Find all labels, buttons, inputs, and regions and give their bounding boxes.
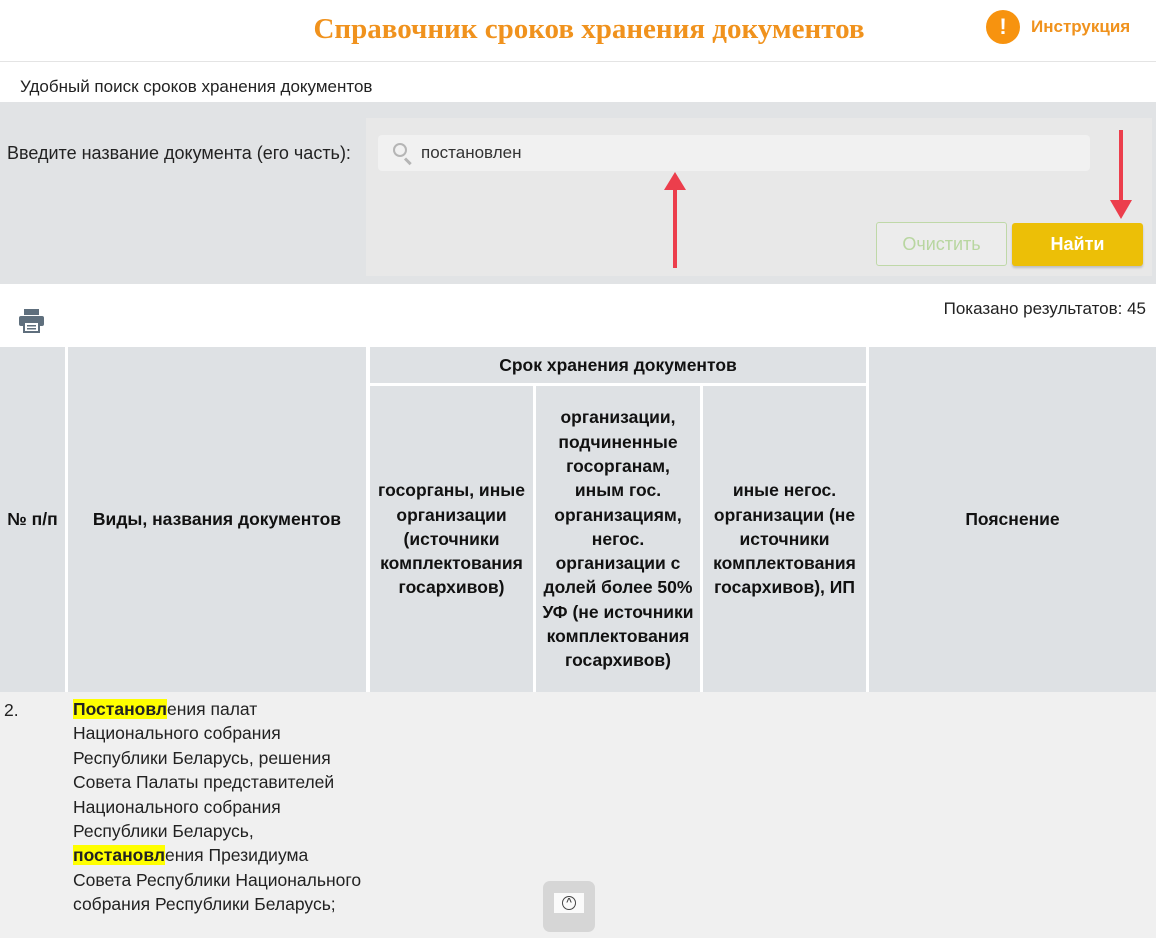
instruction-label: Инструкция bbox=[1031, 17, 1131, 36]
search-label: Введите название документа (его часть): bbox=[7, 143, 351, 163]
page-subtitle: Удобный поиск сроков хранения документов bbox=[20, 77, 373, 96]
search-highlight: Постановл bbox=[73, 699, 167, 719]
col-number-header: № п/п bbox=[0, 347, 65, 692]
page-title: Справочник сроков хранения документов bbox=[313, 13, 865, 45]
clear-button[interactable]: Очистить bbox=[876, 222, 1007, 266]
magnifier-icon bbox=[393, 143, 413, 166]
col-note-header: Пояснение bbox=[869, 347, 1156, 692]
row-document-name: Постановления палат Национального собран… bbox=[73, 697, 363, 917]
printer-icon[interactable] bbox=[18, 308, 45, 333]
search-panel: Введите название документа (его часть): … bbox=[0, 102, 1156, 284]
search-form: Очистить Найти bbox=[366, 118, 1152, 276]
search-highlight: постановл bbox=[73, 845, 165, 866]
scroll-to-top-button[interactable]: ^ bbox=[543, 881, 595, 932]
annotation-arrow-down bbox=[1119, 130, 1123, 202]
col-group-header: Срок хранения документов bbox=[370, 347, 866, 383]
col-gov-header: госорганы, иные организации (источники к… bbox=[370, 386, 533, 692]
annotation-arrow-up bbox=[673, 186, 677, 268]
header-divider bbox=[0, 61, 1156, 62]
table-header: № п/п Виды, названия документов Срок хра… bbox=[0, 347, 1156, 692]
instruction-link[interactable]: ! Инструкция bbox=[986, 10, 1130, 44]
header: Справочник сроков хранения документов ! … bbox=[0, 0, 1156, 62]
row-number: 2. bbox=[4, 700, 19, 720]
col-name-header: Виды, названия документов bbox=[68, 347, 366, 692]
search-input[interactable] bbox=[421, 143, 1061, 163]
results-count: Показано результатов: 45 bbox=[943, 299, 1146, 318]
search-box[interactable] bbox=[378, 135, 1090, 171]
exclamation-circle-icon: ! bbox=[986, 10, 1020, 44]
row-text-part: ения палат Национального собрания Респуб… bbox=[73, 699, 335, 842]
chevron-up-circle-icon: ^ bbox=[554, 893, 584, 913]
col-other-header: иные негос. организации (не источники ко… bbox=[703, 386, 866, 692]
annotation-arrow-down-head bbox=[1110, 200, 1132, 219]
annotation-arrow-up-head bbox=[664, 172, 686, 190]
col-subordinate-header: организации, подчиненные госорганам, ины… bbox=[536, 386, 700, 692]
find-button[interactable]: Найти bbox=[1012, 223, 1143, 266]
